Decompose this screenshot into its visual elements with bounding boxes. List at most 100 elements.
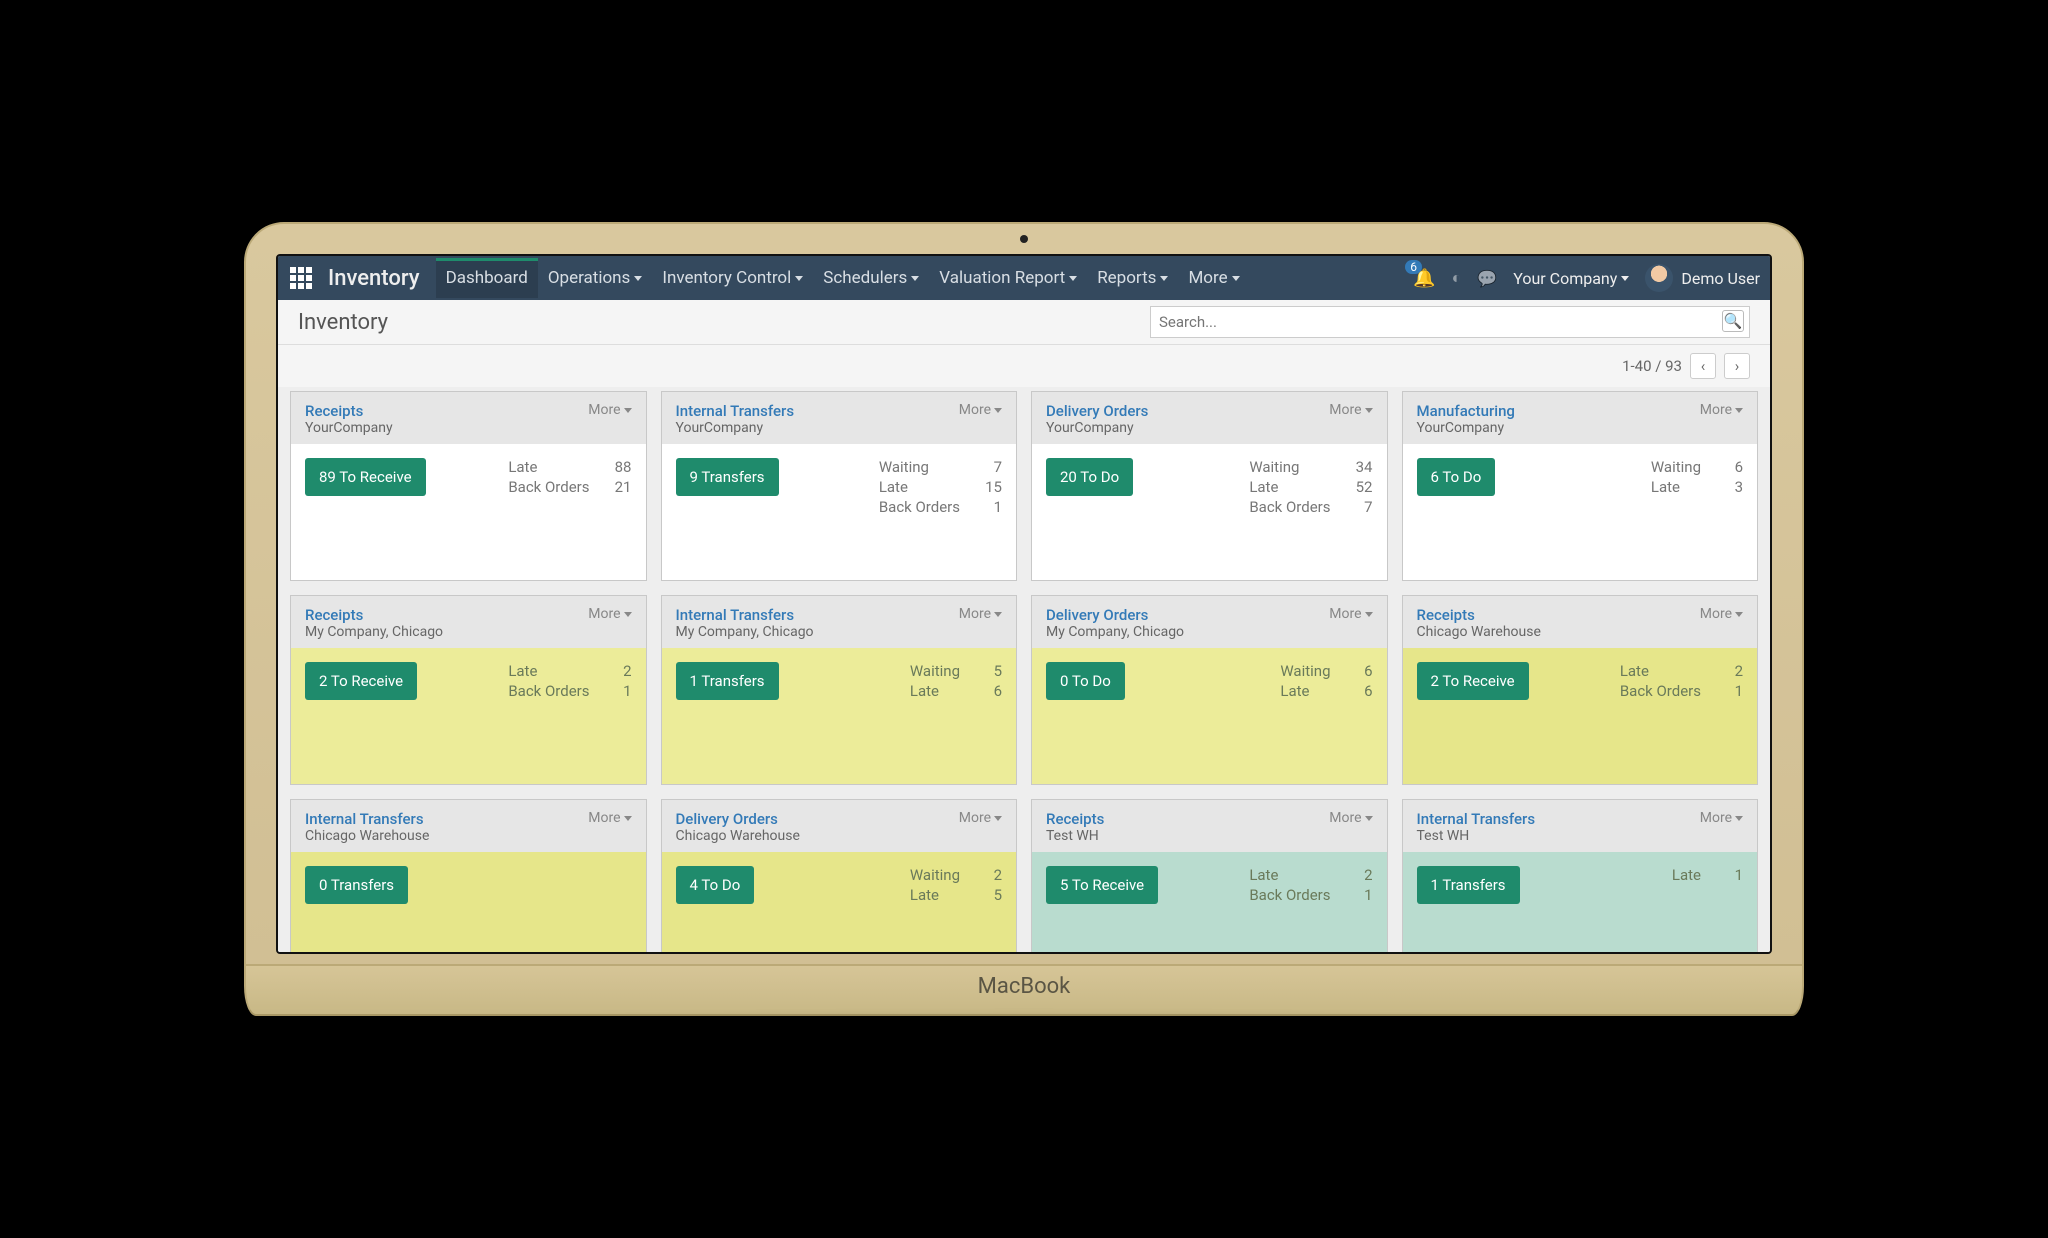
stat-value[interactable]: 34 — [1349, 458, 1373, 476]
card-more-button[interactable]: More — [1329, 606, 1372, 622]
card-title[interactable]: Internal Transfers — [676, 606, 814, 624]
stat-label[interactable]: Late — [1651, 478, 1701, 496]
card-title[interactable]: Internal Transfers — [305, 810, 429, 828]
nav-item-schedulers[interactable]: Schedulers — [813, 258, 929, 298]
card-action-button[interactable]: 1 Transfers — [676, 662, 779, 700]
stat-label[interactable]: Late — [1620, 662, 1701, 680]
nav-item-more[interactable]: More — [1178, 258, 1249, 298]
nav-item-operations[interactable]: Operations — [538, 258, 653, 298]
stat-value[interactable]: 2 — [1349, 866, 1373, 884]
stat-value[interactable]: 7 — [978, 458, 1002, 476]
stat-value[interactable]: 2 — [978, 866, 1002, 884]
stat-value[interactable]: 1 — [978, 498, 1002, 516]
card-title[interactable]: Delivery Orders — [676, 810, 800, 828]
card-action-button[interactable]: 89 To Receive — [305, 458, 426, 496]
stat-value[interactable]: 2 — [1719, 662, 1743, 680]
stat-label[interactable]: Waiting — [910, 866, 960, 884]
stat-value[interactable]: 3 — [1719, 478, 1743, 496]
stat-label[interactable]: Waiting — [910, 662, 960, 680]
stat-label[interactable]: Back Orders — [1620, 682, 1701, 700]
card-title[interactable]: Receipts — [1046, 810, 1104, 828]
stat-label[interactable]: Back Orders — [1249, 498, 1330, 516]
pager-prev-button[interactable]: ‹ — [1690, 353, 1716, 379]
stat-label[interactable]: Back Orders — [1249, 886, 1330, 904]
stat-label[interactable]: Late — [1672, 866, 1701, 884]
nav-item-valuation-report[interactable]: Valuation Report — [929, 258, 1087, 298]
stat-label[interactable]: Late — [910, 682, 960, 700]
card-title[interactable]: Internal Transfers — [1417, 810, 1536, 828]
stat-value[interactable]: 88 — [608, 458, 632, 476]
search-input[interactable] — [1150, 306, 1750, 338]
card-title[interactable]: Internal Transfers — [676, 402, 795, 420]
notifications-button[interactable]: 6 🔔 — [1413, 268, 1435, 289]
card-more-button[interactable]: More — [588, 402, 631, 418]
card-action-button[interactable]: 6 To Do — [1417, 458, 1496, 496]
card-title[interactable]: Receipts — [305, 402, 393, 420]
stat-label[interactable]: Late — [508, 458, 589, 476]
card-title[interactable]: Receipts — [305, 606, 443, 624]
card-action-button[interactable]: 4 To Do — [676, 866, 755, 904]
stat-value[interactable]: 6 — [1719, 458, 1743, 476]
card-more-button[interactable]: More — [588, 810, 631, 826]
messages-icon[interactable]: 💬 — [1477, 269, 1497, 288]
card-more-button[interactable]: More — [959, 402, 1002, 418]
stat-label[interactable]: Late — [879, 478, 960, 496]
stat-value[interactable]: 5 — [978, 886, 1002, 904]
card-more-button[interactable]: More — [1329, 402, 1372, 418]
nav-item-inventory-control[interactable]: Inventory Control — [652, 258, 813, 298]
card-more-button[interactable]: More — [1700, 606, 1743, 622]
card-more-button[interactable]: More — [1329, 810, 1372, 826]
stat-value[interactable]: 1 — [1349, 886, 1373, 904]
pager-next-button[interactable]: › — [1724, 353, 1750, 379]
card-more-button[interactable]: More — [588, 606, 631, 622]
user-menu[interactable]: Demo User — [1645, 264, 1760, 292]
stat-value[interactable]: 6 — [978, 682, 1002, 700]
nav-item-dashboard[interactable]: Dashboard — [436, 258, 538, 298]
stat-label[interactable]: Late — [508, 662, 589, 680]
card-action-button[interactable]: 0 To Do — [1046, 662, 1125, 700]
stat-value[interactable]: 1 — [1719, 866, 1743, 884]
card-more-button[interactable]: More — [1700, 402, 1743, 418]
stat-label[interactable]: Waiting — [1651, 458, 1701, 476]
card-action-button[interactable]: 2 To Receive — [305, 662, 417, 700]
stat-value[interactable]: 5 — [978, 662, 1002, 680]
card-more-button[interactable]: More — [959, 606, 1002, 622]
card-title[interactable]: Manufacturing — [1417, 402, 1515, 420]
stat-label[interactable]: Late — [1249, 478, 1330, 496]
stat-value[interactable]: 6 — [1349, 682, 1373, 700]
card-more-button[interactable]: More — [1700, 810, 1743, 826]
apps-icon[interactable] — [288, 265, 314, 291]
help-icon[interactable]: ◐ — [1452, 268, 1462, 288]
stat-value[interactable]: 15 — [978, 478, 1002, 496]
card-title[interactable]: Receipts — [1417, 606, 1541, 624]
nav-item-reports[interactable]: Reports — [1087, 258, 1178, 298]
card-title[interactable]: Delivery Orders — [1046, 606, 1184, 624]
stat-value[interactable]: 6 — [1349, 662, 1373, 680]
stat-value[interactable]: 1 — [608, 682, 632, 700]
stat-label[interactable]: Late — [910, 886, 960, 904]
card-action-button[interactable]: 1 Transfers — [1417, 866, 1520, 904]
stat-label[interactable]: Late — [1280, 682, 1330, 700]
stat-label[interactable]: Late — [1249, 866, 1330, 884]
company-selector[interactable]: Your Company — [1513, 269, 1629, 288]
stat-label[interactable]: Back Orders — [508, 478, 589, 496]
card-action-button[interactable]: 0 Transfers — [305, 866, 408, 904]
stat-label[interactable]: Waiting — [879, 458, 960, 476]
stat-label[interactable]: Back Orders — [879, 498, 960, 516]
stat-label[interactable]: Back Orders — [508, 682, 589, 700]
card-more-button[interactable]: More — [959, 810, 1002, 826]
card-action-button[interactable]: 5 To Receive — [1046, 866, 1158, 904]
stat-label[interactable]: Waiting — [1280, 662, 1330, 680]
stat-value[interactable]: 21 — [608, 478, 632, 496]
stat-value[interactable]: 7 — [1349, 498, 1373, 516]
card-action-button[interactable]: 20 To Do — [1046, 458, 1133, 496]
search-icon[interactable]: 🔍 — [1722, 310, 1744, 332]
card-title[interactable]: Delivery Orders — [1046, 402, 1148, 420]
stat-value[interactable]: 2 — [608, 662, 632, 680]
stat-label[interactable]: Waiting — [1249, 458, 1330, 476]
dashboard-scroll[interactable]: ReceiptsYourCompanyMore89 To ReceiveLate… — [278, 387, 1770, 952]
stat-value[interactable]: 1 — [1719, 682, 1743, 700]
card-action-button[interactable]: 2 To Receive — [1417, 662, 1529, 700]
stat-value[interactable]: 52 — [1349, 478, 1373, 496]
card-action-button[interactable]: 9 Transfers — [676, 458, 779, 496]
